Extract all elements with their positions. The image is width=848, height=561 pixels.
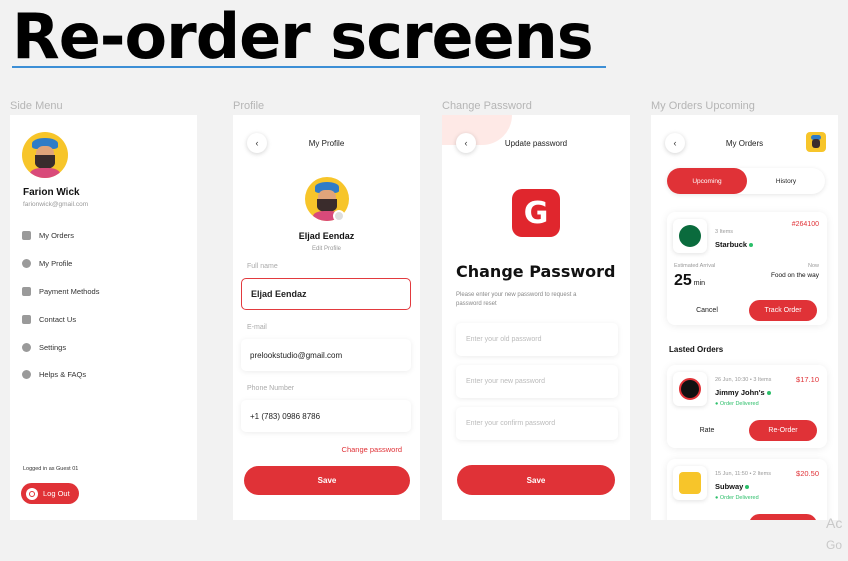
arrival-label: Estimated Arrival <box>674 263 716 269</box>
reorder-button[interactable]: Re-Order <box>749 420 817 441</box>
email-field[interactable]: prelookstudio@gmail.com <box>241 339 411 371</box>
title-underline <box>12 66 606 68</box>
section-label-profile: Profile <box>233 100 265 112</box>
side-menu-screen: Farion Wick farionwick@gmail.com My Orde… <box>10 115 197 520</box>
camera-icon[interactable] <box>333 210 345 222</box>
orders-icon <box>22 230 31 240</box>
verified-icon <box>749 243 754 248</box>
menu-item-my-profile[interactable]: My Profile <box>22 256 72 270</box>
arrival-time: 25 min <box>674 272 706 289</box>
starbucks-icon <box>679 225 701 247</box>
avatar[interactable] <box>806 132 826 152</box>
page-title: Re-order screens <box>12 0 594 73</box>
rate-button[interactable]: Rate <box>673 420 741 441</box>
phone-field[interactable]: +1 (783) 0986 8786 <box>241 400 411 432</box>
list-item: 26 Jun, 10:30 • 3 Items $17.10 Jimmy Joh… <box>667 365 827 448</box>
menu-item-settings[interactable]: Settings <box>22 340 66 354</box>
store-name: Subway <box>715 482 750 491</box>
reorder-button[interactable] <box>749 514 817 520</box>
email-label: E-mail <box>247 324 267 331</box>
lasted-orders-heading: Lasted Orders <box>669 345 724 354</box>
order-status: ● Order Delivered <box>715 495 759 501</box>
order-price: $20.50 <box>796 469 819 478</box>
full-name-label: Full name <box>247 263 278 270</box>
profile-icon <box>22 258 31 268</box>
menu-item-label: Contact Us <box>39 314 77 324</box>
user-email: farionwick@gmail.com <box>23 201 89 208</box>
store-name: Jimmy John's <box>715 388 771 397</box>
menu-item-contact-us[interactable]: Contact Us <box>22 312 76 326</box>
menu-item-payment-methods[interactable]: Payment Methods <box>22 284 99 298</box>
profile-screen: ‹ My Profile Eljad Eendaz Edit Profile F… <box>233 115 420 520</box>
watermark-text: Go <box>826 538 843 552</box>
order-id: #264100 <box>791 221 819 228</box>
section-label-my-orders: My Orders Upcoming <box>651 100 755 112</box>
order-tabs: Upcoming History <box>667 168 825 194</box>
starbucks-logo <box>673 219 707 253</box>
verified-icon <box>766 391 771 396</box>
delivery-status: Food on the way <box>770 272 819 279</box>
track-order-button[interactable]: Track Order <box>749 300 817 321</box>
section-label-side-menu: Side Menu <box>10 100 63 112</box>
change-password-link[interactable]: Change password <box>342 445 402 454</box>
confirm-password-field[interactable]: Enter your confirm password <box>456 407 618 440</box>
watermark-text: Ac <box>826 515 843 531</box>
menu-item-label: My Orders <box>39 230 75 240</box>
power-icon <box>26 487 38 500</box>
save-button[interactable]: Save <box>244 466 410 495</box>
item-count: 3 Items <box>715 229 734 235</box>
now-label: Now <box>807 263 819 269</box>
section-label-change-password: Change Password <box>442 100 532 112</box>
order-price: $17.10 <box>796 375 819 384</box>
tab-history[interactable]: History <box>747 168 825 194</box>
gear-icon <box>22 342 31 352</box>
change-password-screen: ‹ Update password G Change Password Plea… <box>442 115 630 520</box>
order-meta: 26 Jun, 10:30 • 3 Items <box>715 377 772 383</box>
change-password-description: Please enter your new password to reques… <box>456 292 577 307</box>
full-name-field[interactable]: Eljad Eendaz <box>241 278 411 310</box>
store-name: Starbuck <box>715 240 754 249</box>
change-password-title: Change Password <box>456 262 616 281</box>
cancel-button[interactable]: Cancel <box>673 300 741 321</box>
menu-item-helps-faqs[interactable]: Helps & FAQs <box>22 367 86 381</box>
old-password-field[interactable]: Enter your old password <box>456 323 618 356</box>
menu-item-my-orders[interactable]: My Orders <box>22 228 74 242</box>
menu-item-label: Helps & FAQs <box>39 369 87 379</box>
save-button[interactable]: Save <box>457 465 615 495</box>
list-item: 15 Jun, 11:50 • 2 Items $20.50 Subway ● … <box>667 459 827 520</box>
order-status: ● Order Delivered <box>715 401 759 407</box>
mail-icon <box>22 314 31 324</box>
app-logo-icon: G <box>512 189 560 237</box>
subway-logo <box>673 466 707 500</box>
wallet-icon <box>22 286 31 296</box>
header-title: My Profile <box>308 139 345 148</box>
jimmy-johns-logo <box>673 372 707 406</box>
my-orders-screen: ‹ My Orders Upcoming History 3 Items Sta… <box>651 115 838 520</box>
verified-icon <box>745 485 750 490</box>
logged-in-text: Logged in as Guest 01 <box>23 466 79 472</box>
user-name: Farion Wick <box>23 187 80 198</box>
menu-item-label: Payment Methods <box>39 286 100 296</box>
header-title: Update password <box>504 139 568 148</box>
subway-icon <box>679 472 701 494</box>
menu-item-label: My Profile <box>39 258 73 268</box>
avatar[interactable] <box>22 132 68 178</box>
new-password-field[interactable]: Enter your new password <box>456 365 618 398</box>
order-meta: 15 Jun, 11:50 • 2 Items <box>715 471 771 477</box>
edit-profile-link[interactable]: Edit Profile <box>233 246 420 252</box>
profile-name: Eljad Eendaz <box>298 231 355 241</box>
tab-upcoming[interactable]: Upcoming <box>667 168 747 194</box>
menu-item-label: Settings <box>39 342 67 352</box>
phone-label: Phone Number <box>247 385 295 392</box>
logout-label: Log Out <box>43 489 70 498</box>
jimmy-johns-icon <box>679 378 701 400</box>
help-icon <box>22 369 31 379</box>
logout-button[interactable]: Log Out <box>21 483 79 504</box>
current-order-card: 3 Items Starbuck #264100 Estimated Arriv… <box>667 212 827 325</box>
